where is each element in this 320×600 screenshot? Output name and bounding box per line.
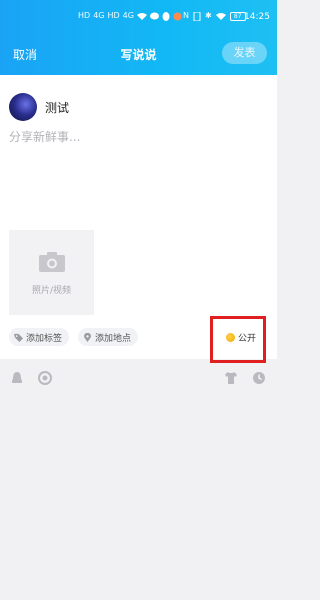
add-tag-button[interactable]: 添加标签	[9, 328, 70, 346]
vibrate-icon	[193, 11, 201, 21]
top-header: HD 4G HD 4G N ✱ 87 14:25 取消 写说说 发表	[0, 0, 277, 75]
composer-panel: 测试 照片/视频 添加标签 添加地点 公开	[0, 75, 277, 359]
app-notification-icon	[173, 12, 182, 20]
visibility-label: 公开	[238, 333, 257, 344]
chat-icon	[149, 12, 159, 20]
wifi-icon	[136, 13, 147, 20]
signal-icon: 4G	[122, 11, 134, 20]
camera-aperture-icon[interactable]	[38, 371, 52, 385]
shirt-icon[interactable]	[224, 371, 238, 385]
nfc-icon: N	[183, 11, 189, 20]
nav-bar: 取消 写说说 发表	[0, 40, 277, 70]
camera-icon	[39, 252, 65, 272]
add-location-label: 添加地点	[95, 333, 132, 344]
add-tag-label: 添加标签	[26, 333, 63, 344]
bottom-toolbar	[0, 365, 277, 393]
add-location-button[interactable]: 添加地点	[78, 328, 139, 346]
add-media-button[interactable]: 照片/视频	[9, 230, 94, 315]
clock-icon[interactable]	[252, 371, 266, 385]
clock: 14:25	[244, 12, 270, 22]
avatar[interactable]	[9, 93, 37, 121]
globe-icon	[226, 332, 235, 342]
qq-penguin-icon[interactable]	[10, 371, 24, 385]
hd-indicator-icon: HD	[78, 11, 91, 20]
location-pin-icon	[84, 332, 91, 342]
username: 测试	[45, 101, 70, 115]
signal-icon: 4G	[93, 11, 105, 20]
status-bar: HD 4G HD 4G N ✱ 87 14:25	[0, 0, 277, 34]
visibility-button[interactable]: 公开	[220, 328, 263, 346]
hd-indicator-icon: HD	[107, 11, 120, 20]
bluetooth-icon: ✱	[204, 11, 212, 20]
post-text-input[interactable]	[9, 128, 264, 228]
status-right-group: N ✱ 87	[183, 11, 246, 21]
wifi-signal-icon	[215, 13, 226, 20]
tag-icon	[14, 333, 23, 342]
post-button[interactable]: 发表	[222, 42, 267, 64]
status-left-group: HD 4G HD 4G	[78, 11, 182, 21]
add-media-label: 照片/视频	[31, 286, 72, 296]
qq-icon	[162, 11, 170, 21]
